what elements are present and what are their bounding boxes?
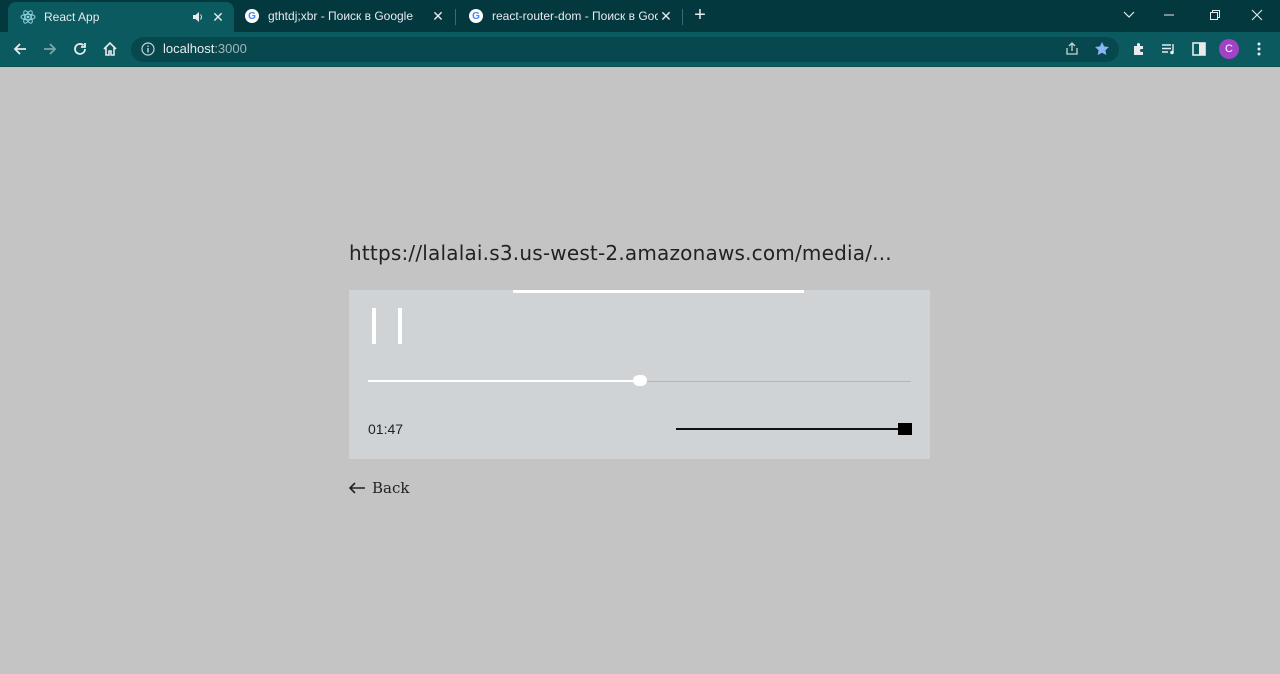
react-icon: [20, 9, 36, 25]
track-url: https://lalalai.s3.us-west-2.amazonaws.c…: [349, 241, 892, 265]
loading-indicator: [513, 290, 804, 293]
more-menu-icon[interactable]: [1250, 40, 1268, 58]
share-icon[interactable]: [1063, 40, 1081, 58]
left-arrow-icon: [348, 482, 365, 494]
tab-react-app[interactable]: React App ✕: [8, 2, 234, 32]
minimize-icon[interactable]: [1146, 0, 1192, 30]
info-icon[interactable]: [141, 42, 155, 56]
current-time: 01:47: [368, 421, 404, 437]
close-window-icon[interactable]: [1234, 0, 1280, 30]
pause-icon: [372, 308, 376, 344]
seek-handle[interactable]: [632, 375, 647, 386]
tab-separator: [682, 9, 683, 25]
back-link[interactable]: Back: [348, 479, 409, 497]
tab-title: react-router-dom - Поиск в Google: [492, 9, 658, 23]
volume-slider[interactable]: [676, 423, 912, 437]
side-panel-icon[interactable]: [1190, 40, 1208, 58]
home-icon[interactable]: [98, 37, 122, 61]
tab-google-search-2[interactable]: G react-router-dom - Поиск в Google ✕: [464, 0, 680, 32]
url-host: localhost: [163, 41, 215, 56]
restore-icon[interactable]: [1192, 0, 1238, 30]
tab-title: React App: [44, 10, 100, 24]
url-port: :3000: [214, 41, 247, 56]
google-icon: G: [468, 8, 484, 24]
back-label: Back: [372, 479, 410, 497]
audio-player: 01:47: [349, 290, 930, 459]
media-control-icon[interactable]: [1160, 40, 1178, 58]
reload-icon[interactable]: [68, 37, 92, 61]
tab-separator: [455, 9, 456, 25]
seek-progress: [368, 380, 640, 382]
forward-arrow-icon[interactable]: [38, 37, 62, 61]
close-tab-icon[interactable]: ✕: [430, 8, 446, 24]
tab-title: gthtdj;xbr - Поиск в Google: [268, 9, 414, 23]
new-tab-icon[interactable]: +: [690, 5, 710, 26]
seek-slider[interactable]: [368, 374, 911, 388]
pause-icon: [398, 308, 402, 344]
volume-level: [676, 428, 912, 430]
tab-google-search-1[interactable]: G gthtdj;xbr - Поиск в Google ✕: [240, 0, 452, 32]
profile-avatar[interactable]: C: [1219, 39, 1239, 59]
close-tab-icon[interactable]: ✕: [210, 9, 226, 25]
speaker-icon[interactable]: [190, 9, 206, 25]
volume-handle[interactable]: [898, 423, 912, 435]
browser-tab-strip: React App ✕ G gthtdj;xbr - Поиск в Googl…: [0, 0, 1280, 32]
pause-button[interactable]: [369, 308, 405, 346]
back-arrow-icon[interactable]: [8, 37, 32, 61]
address-url[interactable]: localhost:3000: [163, 41, 247, 56]
close-tab-icon[interactable]: ✕: [658, 8, 674, 24]
address-bar[interactable]: [131, 37, 1119, 62]
bookmark-star-icon[interactable]: [1093, 40, 1111, 58]
google-icon: G: [244, 8, 260, 24]
extensions-puzzle-icon[interactable]: [1130, 40, 1148, 58]
